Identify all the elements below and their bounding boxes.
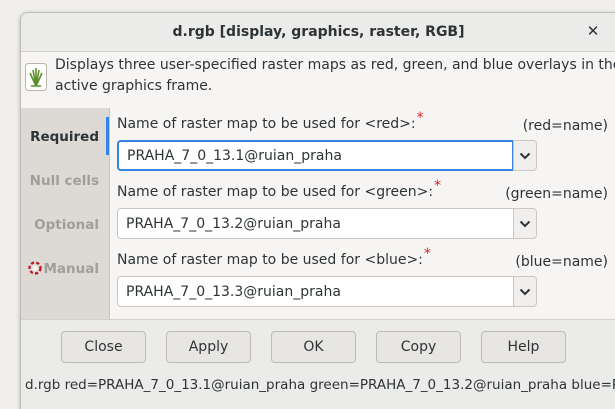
required-star: * <box>434 178 442 194</box>
red-dropdown-button[interactable] <box>513 140 537 171</box>
lifebuoy-icon <box>28 261 43 275</box>
command-preview: d.rgb red=PRAHA_7_0_13.1@ruian_praha gre… <box>25 377 615 393</box>
red-key-hint: (red=name) <box>522 118 608 134</box>
tab-manual[interactable]: Manual <box>21 247 109 291</box>
module-description: Displays three user-specified raster map… <box>21 52 615 104</box>
green-map-text[interactable] <box>126 209 496 238</box>
red-field-label: Name of raster map to be used for <red>:… <box>117 110 424 132</box>
tab-null-cells-label: Null cells <box>29 173 99 189</box>
tab-manual-label: Manual <box>28 261 109 277</box>
green-map-input[interactable] <box>117 208 514 239</box>
tab-strip: Required Null cells Optional Manual <box>21 108 109 319</box>
red-map-text[interactable] <box>127 142 497 169</box>
title-bar[interactable]: d.rgb [display, graphics, raster, RGB] ✕ <box>21 13 615 52</box>
chevron-down-icon <box>519 288 531 296</box>
tab-optional[interactable]: Optional <box>21 203 109 247</box>
tab-required-label: Required <box>30 129 99 145</box>
green-key-hint: (green=name) <box>505 186 608 202</box>
blue-field-label: Name of raster map to be used for <blue>… <box>117 246 431 268</box>
required-panel: Name of raster map to be used for <red>:… <box>110 102 615 319</box>
close-icon[interactable]: ✕ <box>584 22 602 40</box>
tab-optional-label: Optional <box>34 217 99 233</box>
blue-map-input[interactable] <box>117 276 514 307</box>
close-button[interactable]: Close <box>61 331 146 363</box>
copy-button[interactable]: Copy <box>376 331 461 363</box>
status-bar: d.rgb red=PRAHA_7_0_13.1@ruian_praha gre… <box>21 378 615 409</box>
dialog-window: d.rgb [display, graphics, raster, RGB] ✕… <box>20 12 615 409</box>
blue-key-hint: (blue=name) <box>515 254 608 270</box>
window-title: d.rgb [display, graphics, raster, RGB] <box>172 24 465 40</box>
required-star: * <box>416 110 424 126</box>
blue-label-text: Name of raster map to be used for <blue>… <box>117 252 423 268</box>
apply-button[interactable]: Apply <box>166 331 251 363</box>
red-label-text: Name of raster map to be used for <red>: <box>117 116 416 132</box>
blue-dropdown-button[interactable] <box>513 276 537 307</box>
help-button[interactable]: Help <box>481 331 566 363</box>
blue-map-text[interactable] <box>126 277 496 306</box>
button-bar: Close Apply OK Copy Help <box>21 320 615 380</box>
grass-logo-icon <box>25 63 47 91</box>
chevron-down-icon <box>519 152 531 160</box>
red-map-input[interactable] <box>117 140 514 171</box>
description-text: Displays three user-specified raster map… <box>55 57 615 94</box>
green-label-text: Name of raster map to be used for <green… <box>117 184 434 200</box>
green-dropdown-button[interactable] <box>513 208 537 239</box>
chevron-down-icon <box>519 220 531 228</box>
tab-required[interactable]: Required <box>21 115 109 159</box>
tab-null-cells[interactable]: Null cells <box>21 159 109 203</box>
ok-button[interactable]: OK <box>271 331 356 363</box>
required-star: * <box>423 246 431 262</box>
green-field-label: Name of raster map to be used for <green… <box>117 178 441 200</box>
tab-manual-text: Manual <box>43 261 99 277</box>
